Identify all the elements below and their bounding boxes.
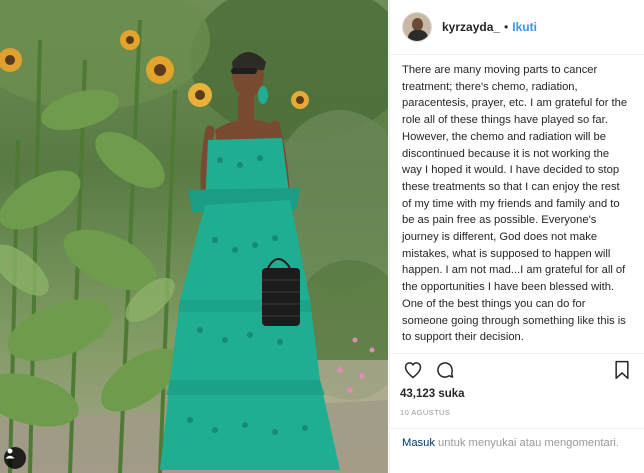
like-count[interactable]: 43,123 suka <box>400 388 635 400</box>
caption-area[interactable]: There are many moving parts to cancer tr… <box>390 55 644 349</box>
username[interactable]: kyrzayda_ <box>442 20 500 34</box>
photo-illustration <box>0 0 388 473</box>
separator-dot: • <box>504 20 509 34</box>
bookmark-icon[interactable] <box>609 357 635 383</box>
comment-icon[interactable] <box>432 357 458 383</box>
follow-button[interactable]: Ikuti <box>512 20 537 34</box>
login-link[interactable]: Masuk <box>402 437 435 449</box>
post-sidebar: kyrzayda_ • Ikuti There are many moving … <box>389 0 644 473</box>
post-caption: There are many moving parts to cancer tr… <box>402 64 628 349</box>
post-date[interactable]: 10 AGUSTUS <box>400 408 635 417</box>
action-icons <box>400 354 635 386</box>
post-header: kyrzayda_ • Ikuti <box>390 0 644 55</box>
user-badge-icon[interactable] <box>4 447 26 469</box>
heart-icon[interactable] <box>400 357 426 383</box>
login-prompt: Masuk untuk menyukai atau mengomentari. <box>390 428 644 451</box>
avatar[interactable] <box>402 12 432 42</box>
login-prompt-text: untuk menyukai atau mengomentari. <box>434 437 620 449</box>
post-photo[interactable] <box>0 0 388 473</box>
